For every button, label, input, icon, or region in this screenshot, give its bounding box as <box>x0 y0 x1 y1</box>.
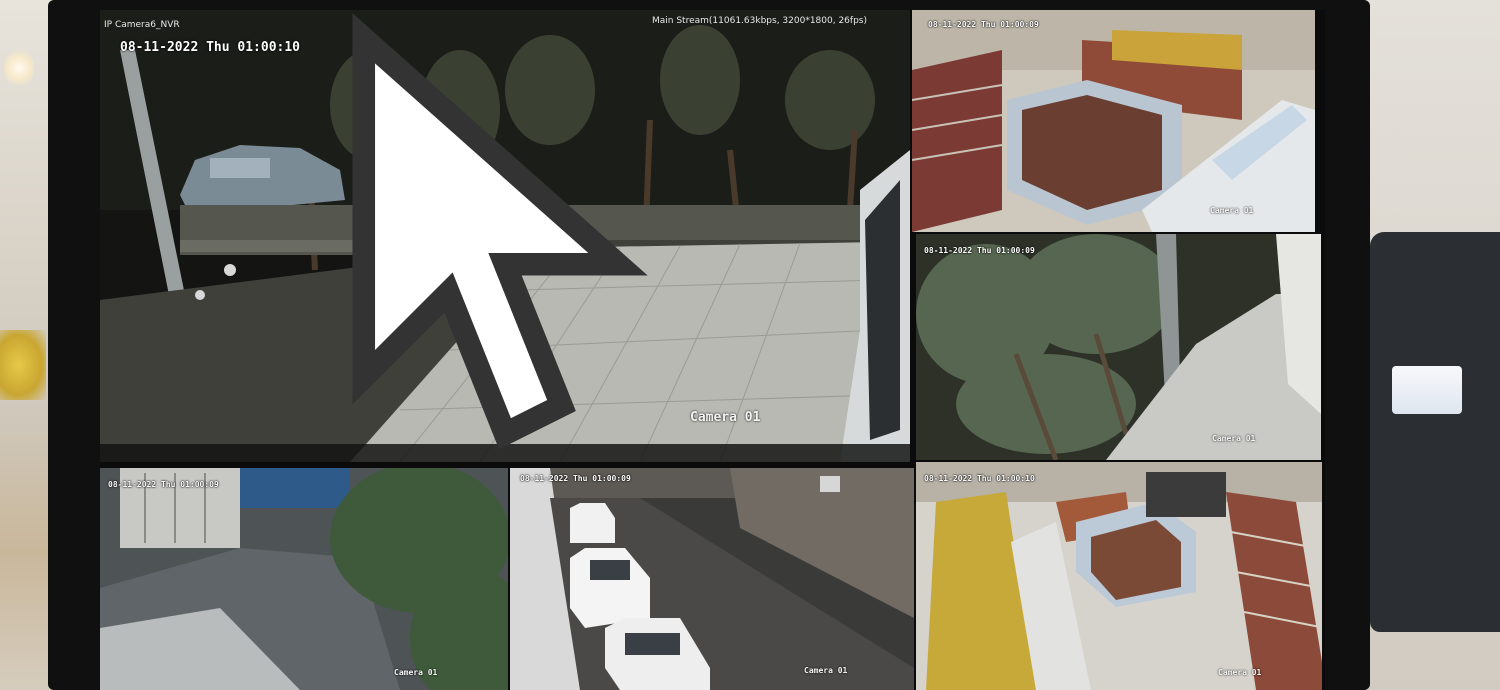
camera-feed-store-bottom <box>916 462 1322 690</box>
camera-feed-store-top <box>912 10 1315 232</box>
camera-tile-street[interactable]: 08-11-2022 Thu 01:00:09 Camera 01 <box>510 468 914 690</box>
background-chair <box>1370 232 1500 632</box>
camera-feed-yard-right <box>916 234 1321 460</box>
osd-camera-name: Camera 01 <box>1212 434 1256 443</box>
camera-tile-store-top[interactable]: 08-11-2022 Thu 01:00:09 Camera 01 <box>912 10 1315 232</box>
camera-tile-main[interactable]: IP Camera6_NVR Main Stream(11061.63kbps,… <box>100 10 910 462</box>
osd-timestamp: 08-11-2022 Thu 01:00:09 <box>924 246 1035 255</box>
camera-feed-gate <box>100 468 508 690</box>
tissue-box <box>1392 366 1462 414</box>
background-object <box>0 330 46 400</box>
osd-timestamp: 08-11-2022 Thu 01:00:09 <box>928 20 1039 29</box>
osd-timestamp: 08-11-2022 Thu 01:00:09 <box>520 474 631 483</box>
camera-feed-street <box>510 468 914 690</box>
camera-tile-gate[interactable]: 08-11-2022 Thu 01:00:09 Camera 01 <box>100 468 508 690</box>
osd-camera-name: Camera 01 <box>1218 668 1262 677</box>
osd-camera-name: Camera 01 <box>394 668 438 677</box>
nvr-screen: IP Camera6_NVR Main Stream(11061.63kbps,… <box>100 10 1325 690</box>
ceiling-lamp <box>4 48 34 88</box>
osd-camera-name: Camera 01 <box>1210 206 1254 215</box>
osd-camera-name: Camera 01 <box>804 666 848 675</box>
osd-timestamp: 08-11-2022 Thu 01:00:09 <box>108 480 219 489</box>
mouse-cursor-icon <box>352 13 648 450</box>
camera-tile-yard-right[interactable]: 08-11-2022 Thu 01:00:09 Camera 01 <box>916 234 1321 460</box>
osd-timestamp: 08-11-2022 Thu 01:00:10 <box>924 474 1035 483</box>
camera-tile-store-bottom[interactable]: 08-11-2022 Thu 01:00:10 Camera 01 <box>916 462 1322 690</box>
